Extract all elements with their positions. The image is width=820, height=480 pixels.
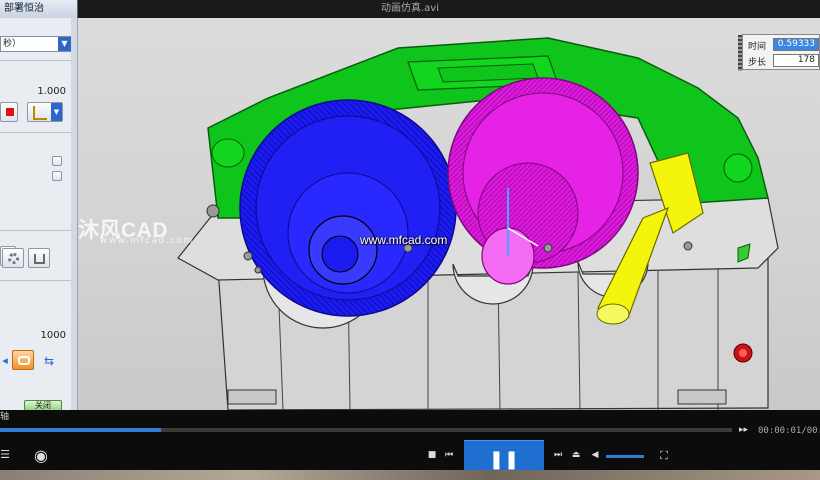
site-url: www.mfcad.com [360, 233, 448, 247]
record-button[interactable] [0, 102, 18, 122]
left-panel-scrollbar[interactable] [71, 18, 77, 410]
time-field[interactable]: 0.59333 [773, 38, 819, 51]
gear-icon [8, 253, 19, 264]
prev-icon[interactable]: ⏮ [443, 450, 455, 460]
volume-slider[interactable] [606, 455, 644, 458]
home-icon [34, 254, 45, 264]
list-item-toggle[interactable] [52, 156, 62, 166]
time-step-readout: 时间 0.59333 步长 178 [738, 34, 820, 71]
gear-button[interactable] [2, 248, 24, 268]
graph-type-button[interactable]: ▼ [27, 102, 63, 122]
divider [0, 60, 72, 61]
loop-button[interactable] [12, 350, 34, 370]
gearbox-model [177, 37, 779, 410]
fullscreen-icon[interactable]: ⛶ [657, 449, 671, 463]
window-title: 动画仿真.avi [380, 3, 439, 14]
drag-handle[interactable] [738, 35, 742, 71]
home-button[interactable] [28, 248, 50, 268]
3d-viewport[interactable]: 时间 0.59333 步长 178 沐风CAD www.mfcad.com ww… [78, 18, 820, 410]
list-icon[interactable]: ☰ [0, 448, 10, 461]
left-panel: 秒） ▼ 1.000 ▼ 1000 ◂ ⇆ 关闭 [0, 18, 78, 412]
list-item-toggle[interactable] [52, 171, 62, 181]
chart-icon [33, 106, 47, 120]
chevron-down-icon[interactable]: ▼ [58, 37, 71, 51]
media-player-bar: 轴 ▸▸ 00:00:01/00:00:03 ☰ ◉ ■ ⏮ ❚❚ ⏭ ⏏ ◀ … [0, 410, 820, 480]
step-label: 步长 [748, 58, 767, 68]
time-display: 00:00:01/00:00:03 [758, 426, 820, 436]
step-field[interactable]: 178 [773, 54, 819, 67]
divider [0, 230, 72, 231]
loop-icon [18, 356, 30, 365]
desktop-background [0, 470, 820, 480]
unit-combo-value: 秒） [3, 39, 22, 49]
value-bottom: 1000 [40, 330, 66, 341]
divider [0, 132, 72, 133]
watermark-url: www.mfcad.com [100, 236, 194, 246]
unit-combo[interactable]: 秒） ▼ [0, 36, 72, 52]
stop-square-icon [6, 108, 14, 116]
seek-progress [0, 428, 162, 432]
volume-level [606, 455, 644, 458]
pause-icon: ❚❚ [488, 449, 520, 470]
stop-icon[interactable]: ■ [426, 450, 438, 460]
eye-icon[interactable]: ◉ [26, 446, 56, 465]
title-bar: 部署恒治 动画仿真.avi [0, 0, 820, 18]
next-icon[interactable]: ⏭ [552, 450, 564, 460]
reverse-icon[interactable]: ◂ [0, 354, 10, 367]
swap-direction-icon[interactable]: ⇆ [40, 354, 58, 368]
progress-label: 轴 [0, 412, 10, 422]
fast-forward-icon[interactable]: ▸▸ [739, 425, 748, 435]
seek-bar[interactable] [0, 428, 732, 432]
oil-plug [733, 343, 753, 363]
time-label: 时间 [748, 42, 767, 52]
volume-icon[interactable]: ◀ [589, 450, 601, 460]
divider [0, 280, 72, 281]
chevron-down-icon[interactable]: ▼ [51, 103, 62, 121]
large-gear [239, 99, 457, 317]
eject-icon[interactable]: ⏏ [570, 450, 582, 460]
value-top: 1.000 [37, 86, 66, 97]
